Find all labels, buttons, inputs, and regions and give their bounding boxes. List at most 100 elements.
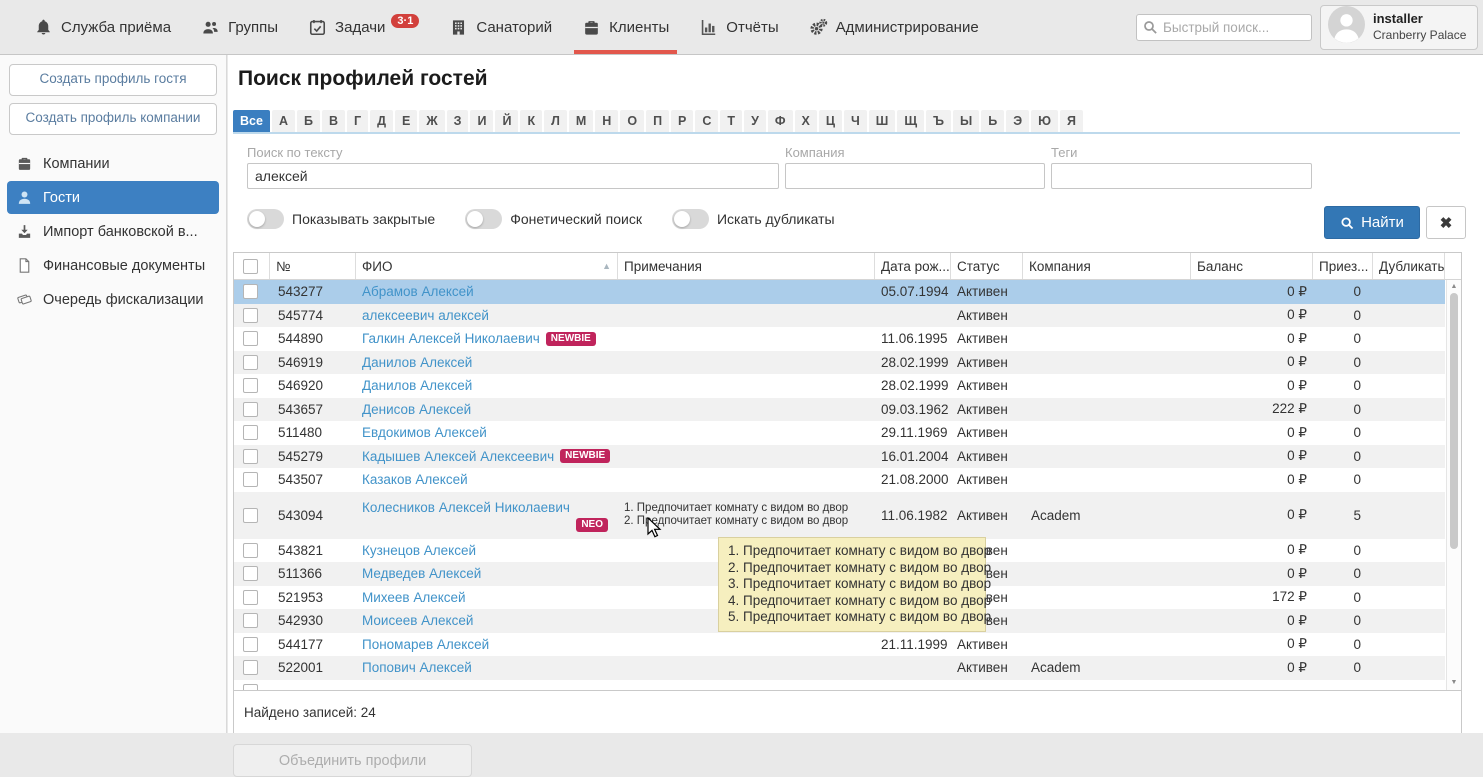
row-checkbox[interactable] <box>243 508 258 523</box>
row-checkbox[interactable] <box>243 590 258 605</box>
guest-name-link[interactable]: Абрамов Алексей <box>362 284 474 299</box>
guest-name-link[interactable]: Кузнецов Алексей <box>362 543 476 558</box>
sidebar-item-financial-documents[interactable]: Финансовые документы <box>7 249 219 282</box>
scrollbar-thumb[interactable] <box>1450 293 1458 549</box>
row-checkbox[interactable] <box>243 566 258 581</box>
column-header-4[interactable]: Дата рож... <box>875 253 951 279</box>
column-header-5[interactable]: Статус <box>951 253 1023 279</box>
toggle-switch[interactable] <box>247 209 284 229</box>
table-row[interactable]: 545774алексеевич алексейАктивен0 ₽0 <box>234 304 1445 328</box>
nav-item-sanatorium[interactable]: Санаторий <box>449 0 552 54</box>
create-company-profile-button[interactable]: Создать профиль компании <box>9 103 217 135</box>
tags-input[interactable] <box>1051 163 1312 189</box>
alphabet-chip-Ж[interactable]: Ж <box>419 110 444 132</box>
table-row[interactable]: 511480Евдокимов Алексей29.11.1969Активен… <box>234 421 1445 445</box>
row-checkbox[interactable] <box>243 425 258 440</box>
row-checkbox[interactable] <box>243 284 258 299</box>
nav-item-groups[interactable]: Группы <box>201 0 278 54</box>
text-search-input[interactable] <box>247 163 779 189</box>
column-header-2[interactable]: ФИО▲ <box>356 253 618 279</box>
alphabet-chip-В[interactable]: В <box>322 110 345 132</box>
row-checkbox[interactable] <box>243 472 258 487</box>
alphabet-chip-П[interactable]: П <box>646 110 669 132</box>
row-checkbox[interactable] <box>243 308 258 323</box>
table-row[interactable]: 543657Денисов Алексей09.03.1962Активен22… <box>234 398 1445 422</box>
guest-name-link[interactable]: Моисеев Алексей <box>362 613 473 628</box>
row-checkbox[interactable] <box>243 378 258 393</box>
sidebar-item-fiscalization-queue[interactable]: Очередь фискализации <box>7 283 219 316</box>
alphabet-chip-С[interactable]: С <box>695 110 718 132</box>
select-all-checkbox[interactable] <box>243 259 258 274</box>
alphabet-chip-О[interactable]: О <box>620 110 644 132</box>
alphabet-chip-Ю[interactable]: Ю <box>1031 110 1058 132</box>
guest-name-link[interactable]: Колесников Алексей Николаевич <box>362 500 570 515</box>
nav-item-administration[interactable]: Администрирование <box>809 0 979 54</box>
row-checkbox[interactable] <box>243 660 258 675</box>
column-header-3[interactable]: Примечания <box>618 253 875 279</box>
row-checkbox[interactable] <box>243 402 258 417</box>
guest-name-link[interactable]: Попович Алексей <box>362 660 472 675</box>
alphabet-chip-К[interactable]: К <box>520 110 542 132</box>
alphabet-chip-Л[interactable]: Л <box>544 110 567 132</box>
table-row[interactable]: 543507Казаков Алексей21.08.2000Активен0 … <box>234 468 1445 492</box>
alphabet-chip-Д[interactable]: Д <box>370 110 393 132</box>
alphabet-chip-Т[interactable]: Т <box>720 110 742 132</box>
alphabet-chip-Ь[interactable]: Ь <box>981 110 1004 132</box>
column-header-9[interactable]: Дубликаты <box>1373 253 1445 279</box>
merge-profiles-button[interactable]: Объединить профили <box>233 744 472 777</box>
row-checkbox[interactable] <box>243 684 258 690</box>
row-checkbox[interactable] <box>243 543 258 558</box>
guest-name-link[interactable]: Данилов Алексей <box>362 355 472 370</box>
alphabet-chip-Ф[interactable]: Ф <box>768 110 793 132</box>
clear-search-button[interactable]: ✖ <box>1426 206 1466 239</box>
alphabet-chip-И[interactable]: И <box>470 110 493 132</box>
table-row[interactable]: 543277Абрамов Алексей05.07.1994Активен0 … <box>234 280 1445 304</box>
row-checkbox[interactable] <box>243 355 258 370</box>
column-header-8[interactable]: Приез... <box>1313 253 1373 279</box>
alphabet-chip-Б[interactable]: Б <box>297 110 320 132</box>
alphabet-chip-У[interactable]: У <box>744 110 766 132</box>
alphabet-chip-Я[interactable]: Я <box>1060 110 1083 132</box>
alphabet-chip-Й[interactable]: Й <box>495 110 518 132</box>
table-row[interactable]: 546920Данилов Алексей28.02.1999Активен0 … <box>234 374 1445 398</box>
alphabet-chip-З[interactable]: З <box>447 110 469 132</box>
sidebar-item-bank-import[interactable]: Импорт банковской в... <box>7 215 219 248</box>
scroll-up-arrow[interactable]: ▲ <box>1447 282 1461 292</box>
guest-name-link[interactable]: Евдокимов Алексей <box>362 425 487 440</box>
alphabet-chip-Р[interactable]: Р <box>671 110 693 132</box>
alphabet-chip-Н[interactable]: Н <box>595 110 618 132</box>
table-row[interactable]: 545279Кадышев Алексей АлексеевичNEWBIE16… <box>234 445 1445 469</box>
alphabet-chip-Ы[interactable]: Ы <box>953 110 979 132</box>
toggle-switch[interactable] <box>465 209 502 229</box>
alphabet-chip-Щ[interactable]: Щ <box>897 110 924 132</box>
vertical-scrollbar[interactable]: ▲ ▼ <box>1446 280 1461 690</box>
alphabet-chip-Е[interactable]: Е <box>395 110 417 132</box>
quick-search-input[interactable] <box>1136 14 1312 41</box>
alphabet-chip-М[interactable]: М <box>569 110 593 132</box>
alphabet-chip-Ъ[interactable]: Ъ <box>926 110 951 132</box>
sidebar-item-guests[interactable]: Гости <box>7 181 219 214</box>
alphabet-chip-Ц[interactable]: Ц <box>819 110 842 132</box>
nav-item-clients[interactable]: Клиенты <box>582 0 669 54</box>
table-row[interactable]: 544890Галкин Алексей НиколаевичNEWBIE11.… <box>234 327 1445 351</box>
guest-name-link[interactable]: Пономарев Алексей <box>362 637 489 652</box>
scroll-down-arrow[interactable]: ▼ <box>1447 678 1461 688</box>
row-checkbox[interactable] <box>243 637 258 652</box>
guest-name-link[interactable]: алексеевич алексей <box>362 308 489 323</box>
guest-name-link[interactable]: Казаков Алексей <box>362 472 468 487</box>
alphabet-chip-Все[interactable]: Все <box>233 110 270 132</box>
guest-name-link[interactable]: Денисов Алексей <box>362 402 471 417</box>
guest-name-link[interactable]: Кадышев Алексей Алексеевич <box>362 449 554 464</box>
column-header-6[interactable]: Компания <box>1023 253 1191 279</box>
alphabet-chip-Х[interactable]: Х <box>795 110 817 132</box>
find-button[interactable]: Найти <box>1324 206 1420 239</box>
create-guest-profile-button[interactable]: Создать профиль гостя <box>9 64 217 96</box>
sidebar-item-companies[interactable]: Компании <box>7 147 219 180</box>
table-row[interactable]: 546919Данилов Алексей28.02.1999Активен0 … <box>234 351 1445 375</box>
guest-name-link[interactable]: Медведев Алексей <box>362 566 481 581</box>
table-row[interactable]: 543094Колесников Алексей НиколаевичNEO1.… <box>234 492 1445 539</box>
guest-name-link[interactable]: Галкин Алексей Николаевич <box>362 331 540 346</box>
row-checkbox[interactable] <box>243 449 258 464</box>
alphabet-chip-Э[interactable]: Э <box>1006 110 1029 132</box>
column-header-1[interactable]: № <box>270 253 356 279</box>
